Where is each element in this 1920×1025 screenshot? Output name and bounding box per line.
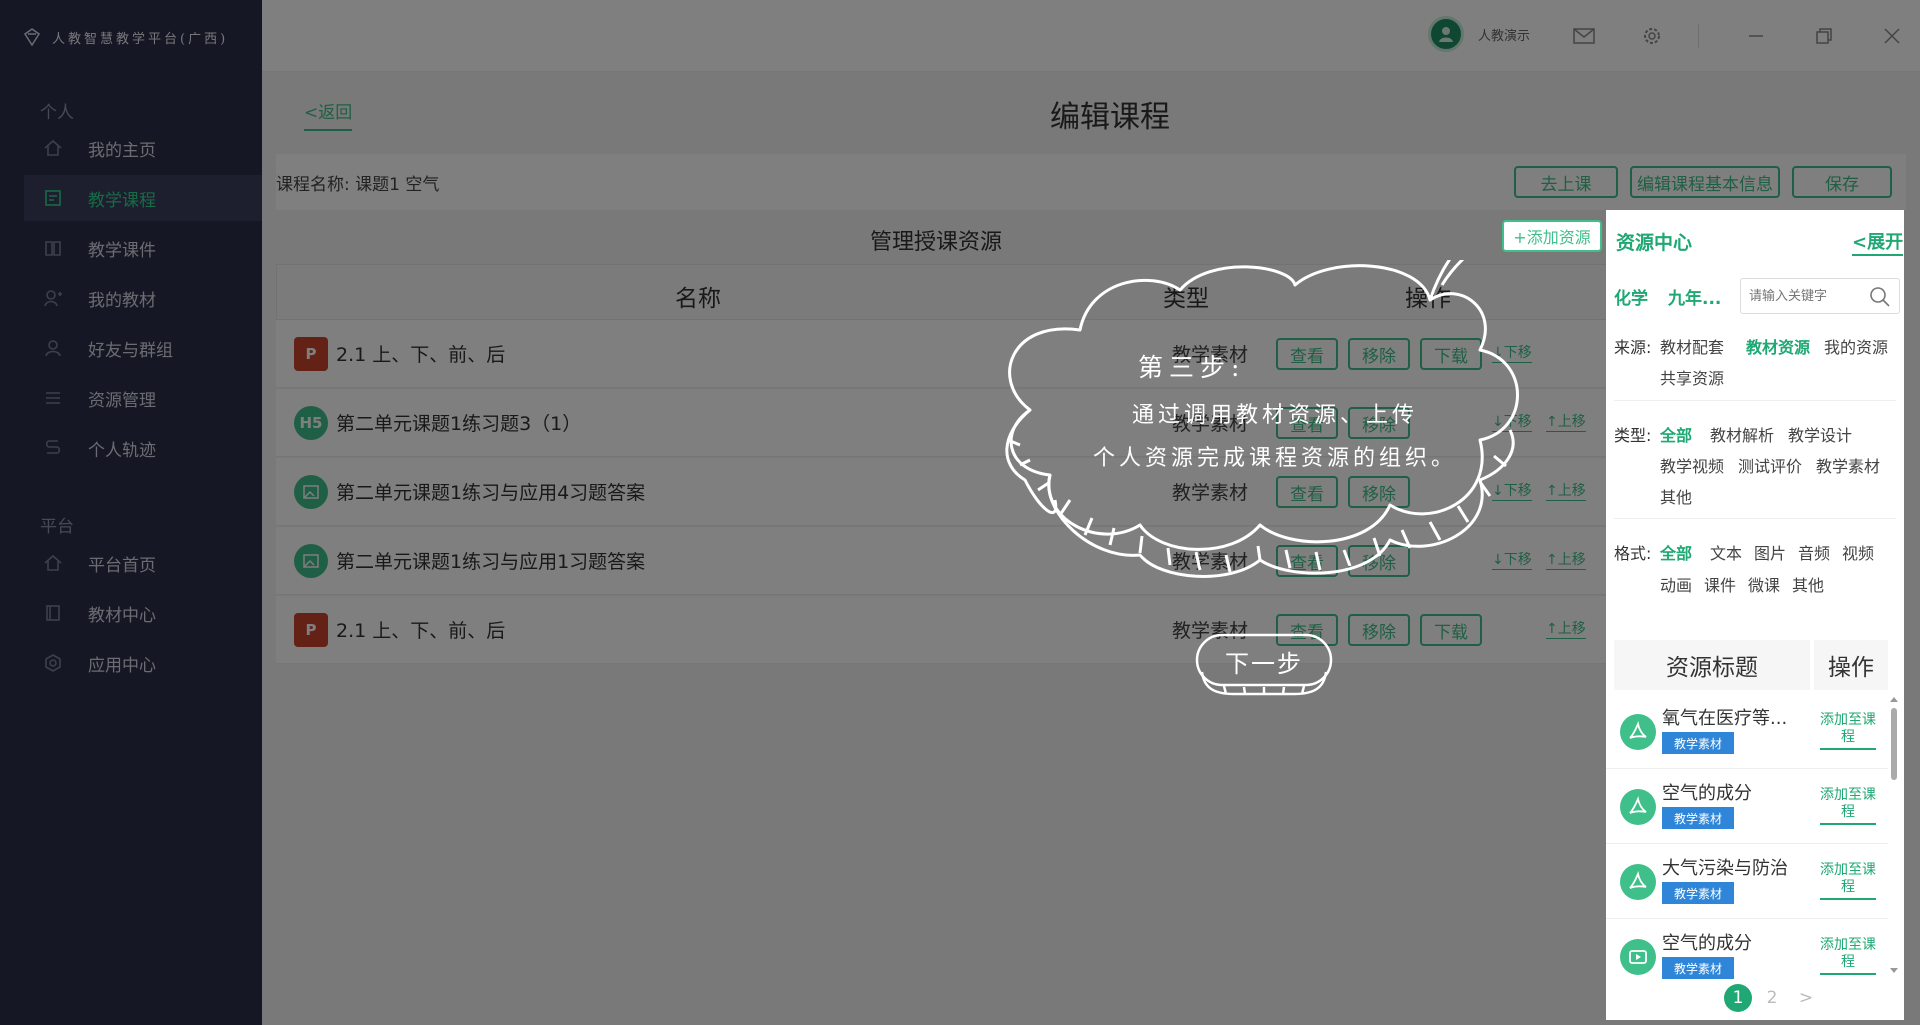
page-button[interactable]: 2 [1758,984,1786,1012]
add-to-course-link[interactable]: 添加至课程 [1820,937,1876,975]
type-option[interactable]: 教材解析 [1710,422,1774,446]
source-option[interactable]: 我的资源 [1824,334,1888,358]
list-item: 空气的成分 教学素材 添加至课程 [1606,919,1888,994]
type-option[interactable]: 测试评价 [1738,453,1802,477]
add-to-course-link[interactable]: 添加至课程 [1820,712,1876,750]
divider [1614,518,1896,519]
resource-badge: 教学素材 [1662,732,1735,754]
resource-badge: 教学素材 [1662,882,1735,904]
list-item: 大气污染与防治 教学素材 添加至课程 [1606,844,1888,919]
guide-line-1: 通过调用教材资源、上传 [1131,403,1418,428]
divider [1614,400,1896,401]
guide-line-2: 个人资源完成课程资源的组织。 [1092,446,1457,471]
add-resource-button[interactable]: +添加资源 [1502,220,1602,252]
scrollbar[interactable] [1888,694,1900,976]
column-header-resource-title: 资源标题 [1614,640,1810,690]
guide-step-title: 第三步: [1138,353,1246,382]
list-item: 氧气在医疗等... 教学素材 添加至课程 [1606,694,1888,769]
format-option[interactable]: 图片 [1754,540,1786,564]
type-option[interactable]: 教学设计 [1788,422,1852,446]
source-option[interactable]: 教材配套 [1660,334,1724,358]
source-label: 来源: [1614,338,1652,357]
resource-center-title: 资源中心 [1616,232,1693,254]
format-label: 格式: [1614,544,1652,563]
format-option[interactable]: 视频 [1842,540,1874,564]
search-box [1740,278,1900,314]
subject-select[interactable]: 化学 [1614,284,1648,309]
source-option[interactable]: 教材资源 [1746,334,1810,358]
resource-title: 空气的成分 [1662,783,1752,804]
resource-title: 大气污染与防治 [1662,858,1788,879]
next-step-label: 下一步 [1225,650,1303,678]
format-option[interactable]: 课件 [1704,572,1736,596]
format-option[interactable]: 微课 [1748,572,1780,596]
add-to-course-link[interactable]: 添加至课程 [1820,862,1876,900]
resource-title: 空气的成分 [1662,933,1752,954]
search-input[interactable] [1749,286,1865,306]
next-page-button[interactable]: > [1792,984,1820,1012]
search-icon[interactable] [1869,286,1891,308]
type-option[interactable]: 其他 [1660,484,1692,508]
column-header-ops: 操作 [1814,640,1888,690]
type-option[interactable]: 教学视频 [1660,453,1724,477]
format-option[interactable]: 其他 [1792,572,1824,596]
resource-badge: 教学素材 [1662,807,1735,829]
format-option[interactable]: 全部 [1660,540,1692,564]
expand-link[interactable]: <展开 [1852,228,1904,256]
resource-center-panel: 资源中心 <展开 化学 九年... 来源: 教材配套 教材资源 我的资源 共享资… [1606,210,1904,1020]
grade-select[interactable]: 九年... [1668,284,1721,309]
source-option[interactable]: 共享资源 [1660,365,1724,389]
guide-step-text: 通过调用教材资源、上传 个人资源完成课程资源的组织。 [1070,394,1480,480]
pdf-icon [1620,864,1656,900]
resource-title: 氧气在医疗等... [1662,708,1788,729]
add-to-course-link[interactable]: 添加至课程 [1820,787,1876,825]
type-label: 类型: [1614,426,1652,445]
list-item: 空气的成分 教学素材 添加至课程 [1606,769,1888,844]
next-step-button[interactable]: 下一步 [1194,632,1334,698]
format-option[interactable]: 音频 [1798,540,1830,564]
format-option[interactable]: 文本 [1710,540,1742,564]
video-icon [1620,939,1656,975]
type-option[interactable]: 全部 [1660,422,1692,446]
type-option[interactable]: 教学素材 [1816,453,1880,477]
page-button[interactable]: 1 [1724,984,1752,1012]
format-option[interactable]: 动画 [1660,572,1692,596]
resource-badge: 教学素材 [1662,957,1735,979]
pdf-icon [1620,789,1656,825]
pdf-icon [1620,714,1656,750]
